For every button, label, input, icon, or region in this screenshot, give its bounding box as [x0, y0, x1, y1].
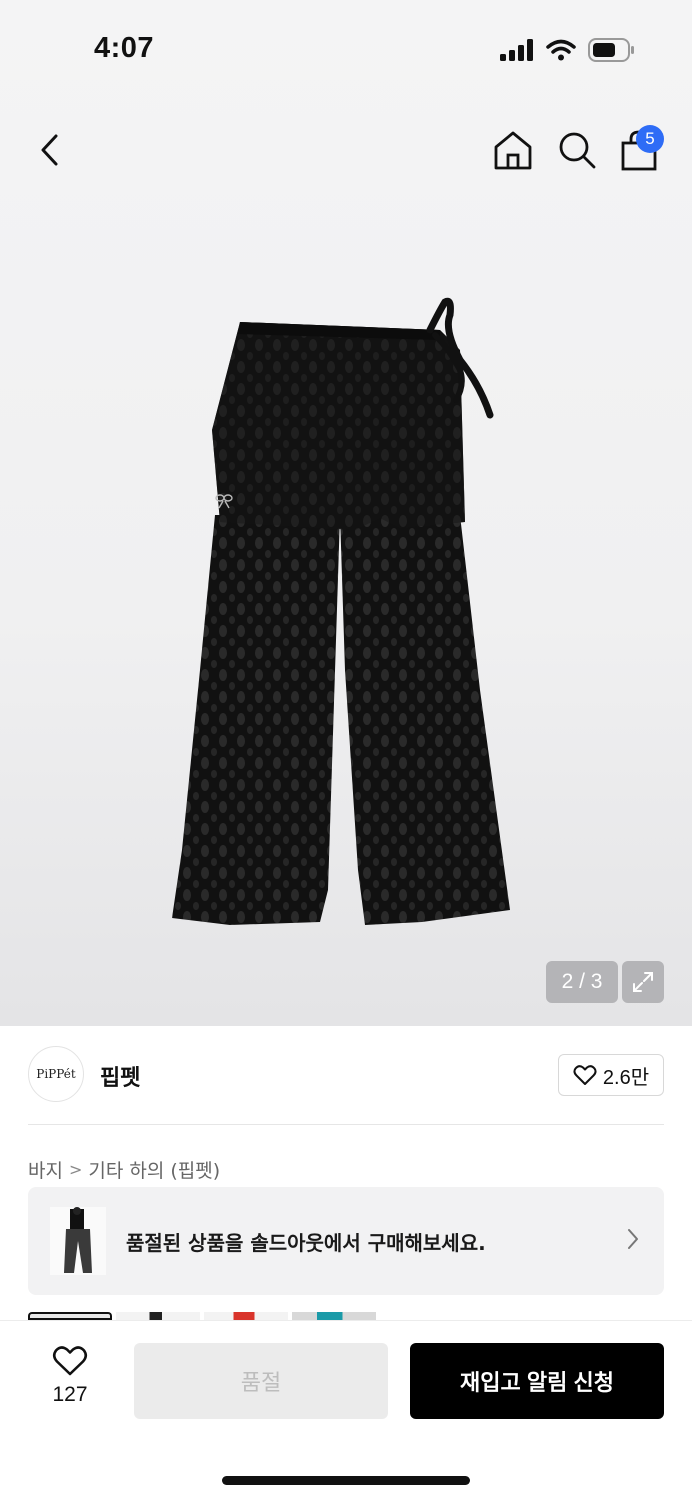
wifi-icon — [546, 39, 576, 61]
brand-like-button[interactable]: 2.6만 — [558, 1054, 664, 1096]
banner-thumbnail — [50, 1207, 106, 1275]
restock-alert-button[interactable]: 재입고 알림 신청 — [410, 1343, 664, 1419]
search-button[interactable] — [555, 128, 599, 172]
wishlist-button[interactable]: 127 — [40, 1345, 100, 1425]
soldout-button: 품절 — [134, 1343, 388, 1419]
soldout-banner[interactable]: 품절된 상품을 솔드아웃에서 구매해보세요. — [28, 1187, 664, 1295]
breadcrumb-separator: > — [68, 1160, 83, 1179]
status-bar: 4:07 — [0, 0, 692, 100]
status-icons — [500, 38, 634, 62]
divider — [28, 1124, 664, 1125]
cart-count-badge: 5 — [636, 125, 664, 153]
wishlist-count: 127 — [52, 1383, 88, 1406]
home-button[interactable] — [491, 128, 535, 172]
battery-icon — [588, 38, 634, 62]
heart-icon — [52, 1346, 88, 1376]
breadcrumb-subcategory[interactable]: 기타 하의 (핍펫) — [88, 1156, 220, 1183]
bottom-action-bar: 127 품절 재입고 알림 신청 — [0, 1320, 692, 1500]
top-nav — [0, 120, 692, 180]
chevron-right-icon — [626, 1227, 640, 1255]
signal-icon — [500, 39, 533, 61]
back-button[interactable] — [30, 130, 70, 170]
gallery-pager: 2 / 3 — [546, 961, 618, 1003]
expand-image-button[interactable] — [622, 961, 664, 1003]
breadcrumb-category[interactable]: 바지 — [28, 1156, 63, 1183]
banner-text: 품절된 상품을 솔드아웃에서 구매해보세요. — [126, 1231, 486, 1255]
expand-icon — [633, 972, 653, 992]
brand-name[interactable]: 핍펫 — [100, 1060, 140, 1092]
status-time: 4:07 — [94, 32, 155, 64]
product-image — [160, 290, 530, 940]
home-icon — [494, 131, 532, 170]
heart-icon — [573, 1065, 597, 1085]
chevron-left-icon — [41, 134, 58, 166]
brand-logo[interactable]: PiPPét — [28, 1046, 84, 1102]
brand-row[interactable]: PiPPét 핍펫 2.6만 — [28, 1046, 664, 1104]
home-indicator — [222, 1476, 470, 1485]
breadcrumb: 바지 > 기타 하의 (핍펫) — [28, 1156, 220, 1183]
search-icon — [559, 132, 596, 169]
brand-like-count: 2.6만 — [602, 1066, 650, 1089]
